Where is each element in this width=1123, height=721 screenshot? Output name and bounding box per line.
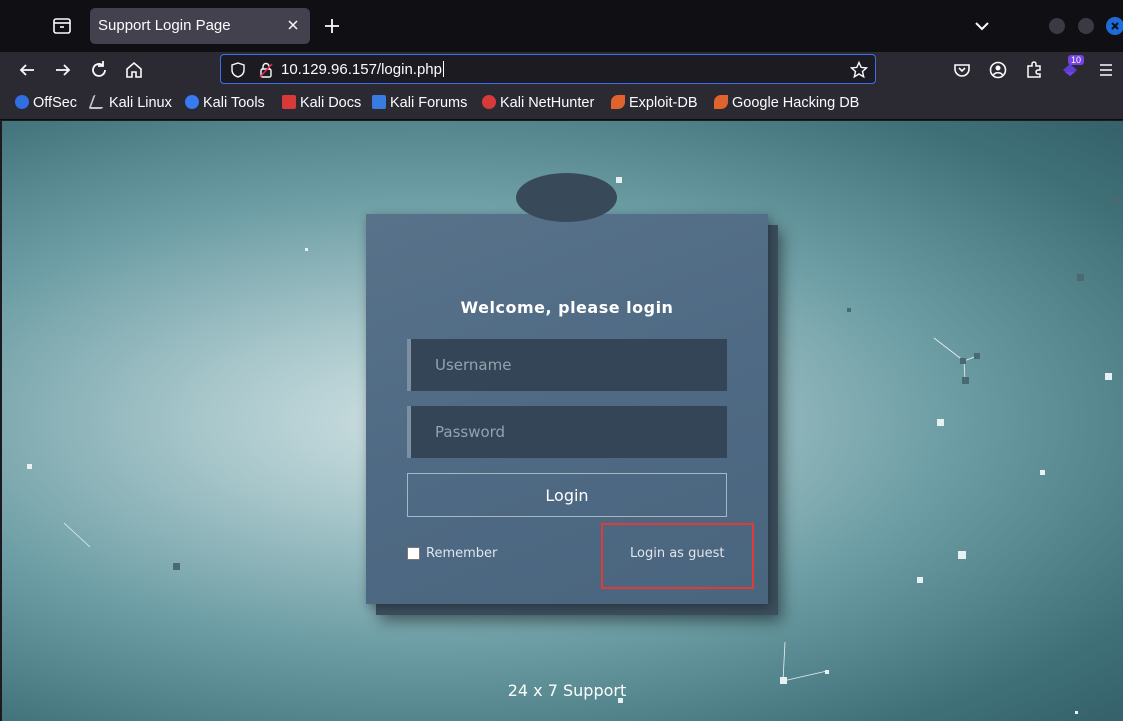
kali-nethunter-icon: [482, 95, 496, 109]
login-as-guest-link[interactable]: Login as guest: [630, 546, 724, 561]
tab-active[interactable]: Support Login Page: [90, 8, 310, 44]
password-field-container: [407, 406, 727, 458]
hamburger-menu-icon[interactable]: [1093, 57, 1119, 83]
kali-linux-icon: [88, 95, 108, 109]
insecure-lock-icon[interactable]: [257, 61, 275, 83]
bookmark-ghdb[interactable]: Google Hacking DB: [714, 95, 859, 111]
bookmark-kali-forums[interactable]: Kali Forums: [372, 95, 467, 111]
tab-strip: Support Login Page: [0, 0, 1123, 52]
username-field-container: [407, 339, 727, 391]
bookmark-kali-docs[interactable]: Kali Docs: [282, 95, 361, 111]
bookmark-star-icon[interactable]: [849, 60, 869, 84]
new-tab-icon[interactable]: [320, 14, 344, 38]
forward-arrow-icon[interactable]: [50, 57, 76, 83]
offsec-icon: [15, 95, 29, 109]
tab-title: Support Login Page: [98, 17, 231, 34]
chevron-down-icon[interactable]: [970, 14, 994, 38]
minimize-button[interactable]: [1049, 18, 1065, 34]
password-input[interactable]: [411, 406, 727, 458]
url-text: 10.129.96.157/login.php: [281, 61, 444, 78]
login-heading: Welcome, please login: [460, 298, 674, 317]
avatar: [516, 173, 617, 222]
back-arrow-icon[interactable]: [14, 57, 40, 83]
bookmark-kali-linux[interactable]: Kali Linux: [88, 95, 172, 111]
shield-icon[interactable]: [229, 61, 247, 83]
exploit-db-icon: [611, 95, 625, 109]
bookmark-exploit-db[interactable]: Exploit-DB: [611, 95, 698, 111]
account-icon[interactable]: [985, 57, 1011, 83]
navigation-toolbar: 10.129.96.157/login.php 10: [0, 52, 1123, 87]
bookmark-kali-nethunter[interactable]: Kali NetHunter: [482, 95, 594, 111]
support-footer-text: 24 x 7 Support: [507, 681, 627, 700]
maximize-button[interactable]: [1078, 18, 1094, 34]
kali-docs-icon: [282, 95, 296, 109]
home-icon[interactable]: [121, 57, 147, 83]
url-bar[interactable]: 10.129.96.157/login.php: [220, 54, 876, 84]
reload-icon[interactable]: [86, 57, 112, 83]
tab-list-icon[interactable]: [50, 14, 74, 38]
bookmark-kali-tools[interactable]: Kali Tools: [185, 95, 265, 111]
remember-checkbox-label[interactable]: Remember: [407, 546, 497, 561]
ghdb-icon: [714, 95, 728, 109]
login-button[interactable]: Login: [407, 473, 727, 517]
window-close-button[interactable]: [1106, 17, 1123, 35]
extension-badge: 10: [1068, 55, 1085, 65]
kali-tools-icon: [185, 95, 199, 109]
kali-forums-icon: [372, 95, 386, 109]
close-icon[interactable]: [284, 16, 302, 34]
username-input[interactable]: [411, 339, 727, 391]
extensions-puzzle-icon[interactable]: [1021, 57, 1047, 83]
bookmark-offsec[interactable]: OffSec: [15, 95, 77, 111]
remember-label: Remember: [426, 546, 498, 561]
remember-checkbox[interactable]: [407, 547, 420, 560]
bookmarks-toolbar: OffSec Kali Linux Kali Tools Kali Docs K…: [0, 87, 1123, 120]
pocket-icon[interactable]: [949, 57, 975, 83]
